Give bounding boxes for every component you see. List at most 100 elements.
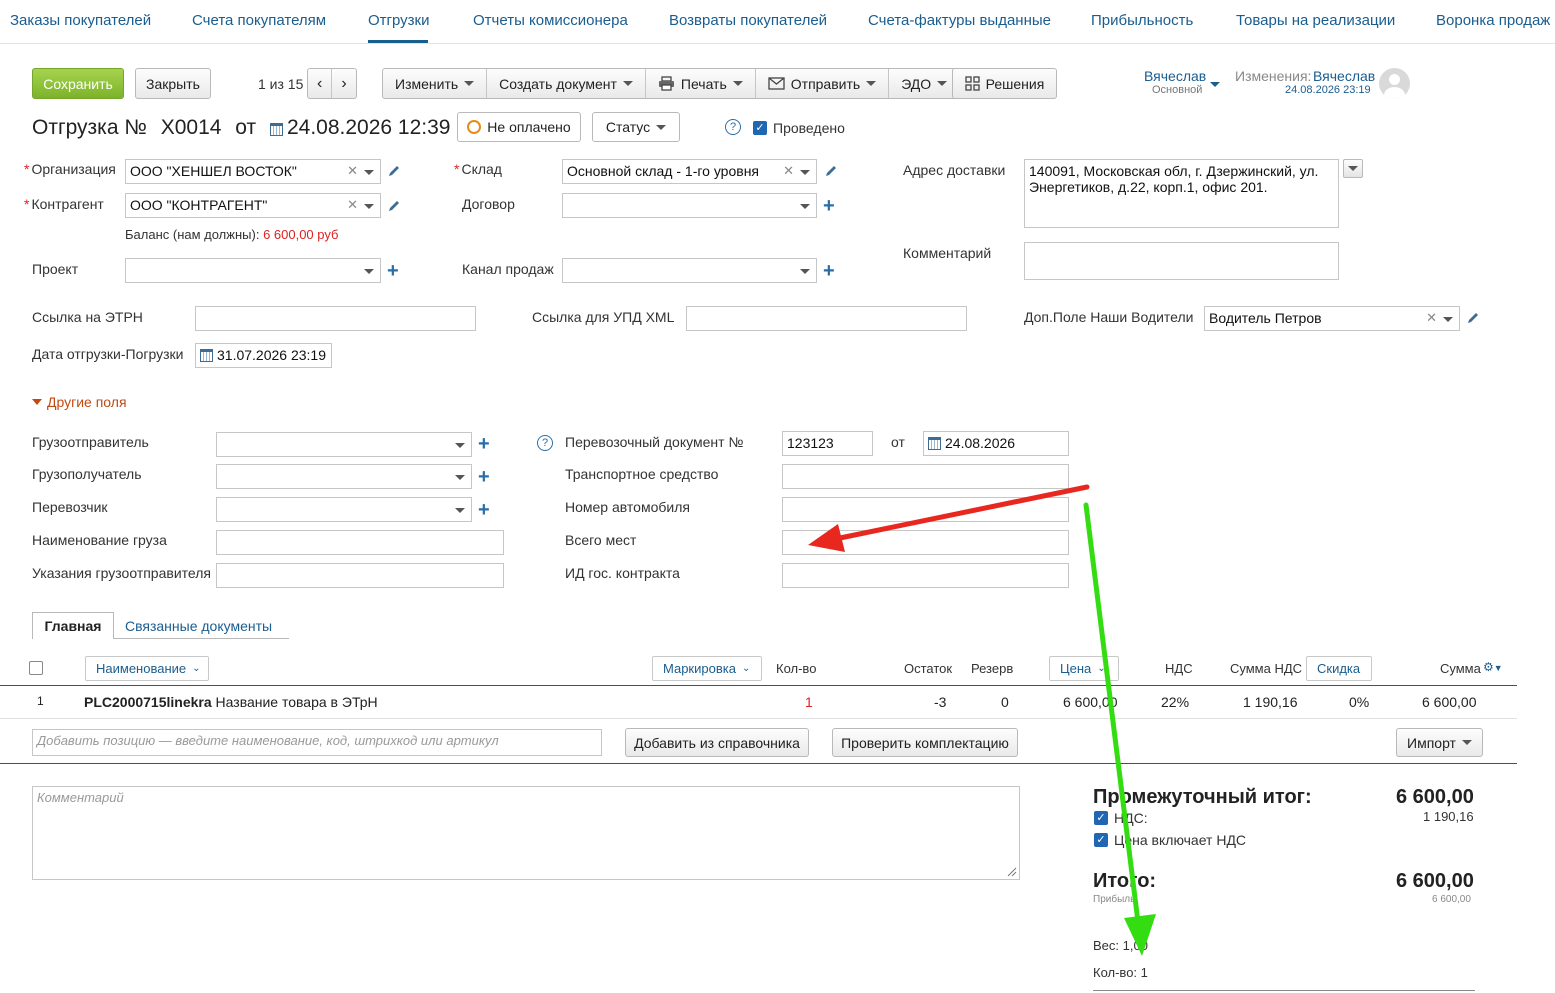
help-icon[interactable]: ? bbox=[537, 435, 553, 451]
resize-handle-icon[interactable] bbox=[1007, 867, 1017, 877]
counterparty-field[interactable]: ООО "КОНТРАГЕНТ" ✕ bbox=[125, 193, 381, 218]
calendar-icon[interactable] bbox=[200, 349, 213, 362]
transport-doc-date-field[interactable]: 24.08.2026 bbox=[923, 431, 1069, 456]
warehouse-field[interactable]: Основной склад - 1-го уровня ✕ bbox=[562, 159, 817, 184]
nav-issued-invoices[interactable]: Счета-фактуры выданные bbox=[868, 12, 1051, 29]
column-marking-button[interactable]: Маркировка ⌄ bbox=[652, 656, 762, 681]
tab-main[interactable]: Главная bbox=[32, 612, 114, 639]
clear-icon[interactable]: ✕ bbox=[347, 163, 358, 179]
dropdown-icon[interactable] bbox=[455, 443, 465, 448]
select-all-checkbox[interactable] bbox=[29, 661, 43, 675]
edit-button[interactable]: Изменить bbox=[383, 69, 488, 98]
check-kit-button[interactable]: Проверить комплектацию bbox=[832, 728, 1018, 757]
pencil-icon[interactable] bbox=[1466, 311, 1480, 325]
nav-customer-returns[interactable]: Возвраты покупателей bbox=[669, 12, 827, 29]
shipper-field[interactable] bbox=[216, 432, 472, 457]
next-button[interactable]: › bbox=[332, 69, 355, 98]
pencil-icon[interactable] bbox=[387, 164, 401, 178]
add-from-catalog-button[interactable]: Добавить из справочника bbox=[625, 728, 809, 757]
nav-profitability[interactable]: Прибыльность bbox=[1091, 12, 1193, 29]
dropdown-icon[interactable] bbox=[1443, 317, 1453, 322]
drivers-field[interactable]: Водитель Петров ✕ bbox=[1204, 306, 1460, 331]
car-number-field[interactable] bbox=[782, 497, 1069, 522]
close-button[interactable]: Закрыть bbox=[135, 68, 211, 99]
dropdown-icon[interactable] bbox=[800, 204, 810, 209]
other-fields-toggle[interactable]: Другие поля bbox=[32, 394, 127, 410]
places-total-field[interactable] bbox=[782, 530, 1069, 555]
import-button[interactable]: Импорт bbox=[1396, 728, 1483, 757]
comment-field[interactable] bbox=[1024, 242, 1339, 280]
row-price[interactable]: 6 600,00 bbox=[1063, 694, 1118, 710]
contract-id-field[interactable] bbox=[782, 563, 1069, 588]
add-project-icon[interactable]: + bbox=[387, 261, 399, 281]
create-doc-button[interactable]: Создать документ bbox=[487, 69, 646, 98]
row-product[interactable]: PLC2000715linekra Название товара в ЭТрН bbox=[84, 694, 378, 710]
nav-consignment-goods[interactable]: Товары на реализации bbox=[1236, 12, 1395, 29]
nav-commission-reports[interactable]: Отчеты комиссионера bbox=[473, 12, 628, 29]
channel-field[interactable] bbox=[562, 258, 817, 283]
dropdown-icon[interactable] bbox=[800, 170, 810, 175]
calendar-icon[interactable] bbox=[269, 123, 283, 136]
status-button[interactable]: Статус bbox=[592, 112, 680, 142]
prev-button[interactable]: ‹ bbox=[308, 69, 333, 98]
dropdown-icon[interactable] bbox=[455, 475, 465, 480]
cargo-name-field[interactable] bbox=[216, 530, 504, 555]
add-channel-icon[interactable]: + bbox=[823, 261, 835, 281]
price-incl-vat-checkbox[interactable]: ✓ bbox=[1094, 833, 1108, 847]
pencil-icon[interactable] bbox=[824, 164, 838, 178]
row-qty[interactable]: 1 bbox=[805, 694, 813, 710]
doc-number[interactable]: Х0014 bbox=[161, 116, 222, 139]
avatar[interactable] bbox=[1379, 68, 1410, 99]
contract-field[interactable] bbox=[562, 193, 817, 218]
doc-datetime[interactable]: 24.08.2026 12:39 bbox=[287, 116, 451, 139]
dropdown-icon[interactable] bbox=[455, 508, 465, 513]
user-caret-icon[interactable] bbox=[1210, 82, 1220, 87]
add-position-input[interactable]: Добавить позицию — введите наименование,… bbox=[32, 729, 602, 756]
dropdown-icon[interactable] bbox=[364, 204, 374, 209]
pencil-icon[interactable] bbox=[387, 199, 401, 213]
payment-status-button[interactable]: Не оплачено bbox=[457, 112, 581, 142]
send-button[interactable]: Отправить bbox=[756, 69, 890, 98]
clear-icon[interactable]: ✕ bbox=[783, 163, 794, 179]
vehicle-field[interactable] bbox=[782, 464, 1069, 489]
help-icon[interactable]: ? bbox=[725, 119, 741, 135]
nav-sales-funnel[interactable]: Воронка продаж bbox=[1436, 12, 1550, 29]
carrier-field[interactable] bbox=[216, 497, 472, 522]
vat-checkbox[interactable]: ✓ bbox=[1094, 811, 1108, 825]
upd-field[interactable] bbox=[686, 306, 967, 331]
save-button[interactable]: Сохранить bbox=[32, 68, 124, 99]
user-name[interactable]: Вячеслав bbox=[1144, 68, 1206, 84]
dropdown-icon[interactable] bbox=[364, 269, 374, 274]
add-consignee-icon[interactable]: + bbox=[478, 467, 490, 487]
column-settings-gear-icon[interactable]: ⚙▼ bbox=[1483, 660, 1503, 674]
posted-checkbox[interactable]: ✓ bbox=[753, 121, 767, 135]
dropdown-icon[interactable] bbox=[800, 269, 810, 274]
clear-icon[interactable]: ✕ bbox=[1426, 310, 1437, 326]
column-name-button[interactable]: Наименование ⌄ bbox=[85, 656, 209, 681]
column-price-button[interactable]: Цена ⌄ bbox=[1049, 656, 1119, 681]
shipper-notes-field[interactable] bbox=[216, 563, 504, 588]
ship-date-field[interactable]: 31.07.2026 23:19 bbox=[195, 343, 332, 368]
add-contract-icon[interactable]: + bbox=[823, 196, 835, 216]
print-button[interactable]: Печать bbox=[646, 69, 756, 98]
consignee-field[interactable] bbox=[216, 464, 472, 489]
calendar-icon[interactable] bbox=[928, 437, 941, 450]
footer-comment-field[interactable]: Комментарий bbox=[32, 786, 1020, 880]
add-shipper-icon[interactable]: + bbox=[478, 434, 490, 454]
nav-customer-invoices[interactable]: Счета покупателям bbox=[192, 12, 326, 29]
column-discount-button[interactable]: Скидка bbox=[1306, 656, 1372, 681]
changes-user[interactable]: Вячеслав bbox=[1313, 68, 1375, 84]
nav-customer-orders[interactable]: Заказы покупателей bbox=[10, 12, 151, 29]
tab-linked-docs[interactable]: Связанные документы bbox=[125, 618, 272, 634]
edo-button[interactable]: ЭДО bbox=[889, 69, 959, 98]
org-field[interactable]: ООО "ХЕНШЕЛ ВОСТОК" ✕ bbox=[125, 159, 381, 184]
row-discount[interactable]: 0% bbox=[1349, 694, 1369, 710]
clear-icon[interactable]: ✕ bbox=[347, 197, 358, 213]
project-field[interactable] bbox=[125, 258, 381, 283]
solutions-button[interactable]: Решения bbox=[952, 68, 1057, 99]
address-field[interactable]: 140091, Московская обл, г. Дзержинский, … bbox=[1024, 159, 1339, 228]
transport-doc-field[interactable]: 123123 bbox=[782, 431, 873, 456]
add-carrier-icon[interactable]: + bbox=[478, 500, 490, 520]
address-options-button[interactable] bbox=[1343, 159, 1363, 178]
etrn-field[interactable] bbox=[195, 306, 476, 331]
